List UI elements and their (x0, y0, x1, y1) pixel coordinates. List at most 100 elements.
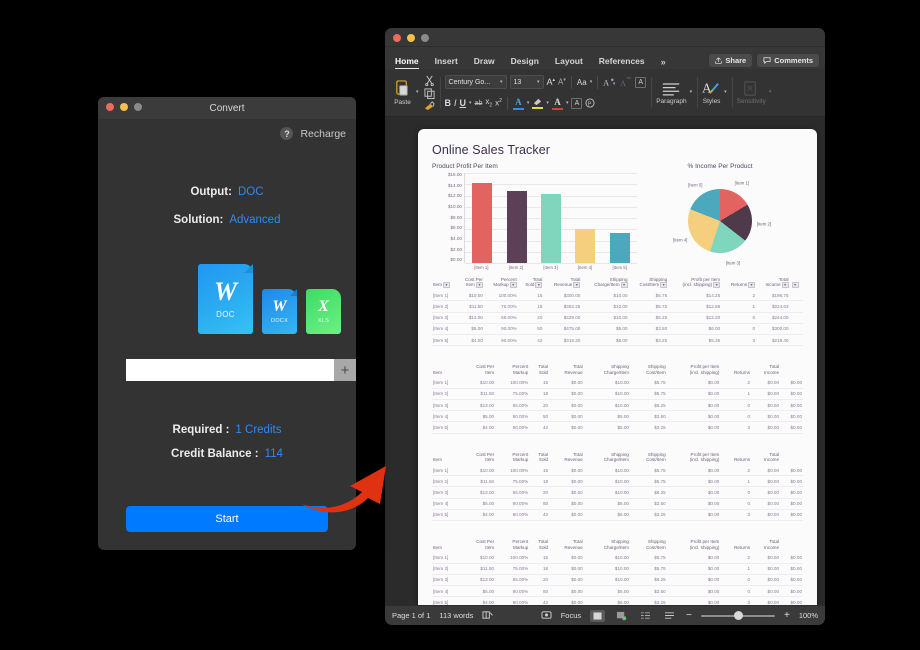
format-option-docx[interactable]: W DOCX (262, 289, 297, 334)
text-shading-icon[interactable]: A (571, 97, 583, 109)
font-size-select[interactable]: 13 ▾ (509, 75, 544, 89)
bold-button[interactable]: B (445, 98, 452, 108)
column-filter-button[interactable]: ▼ (509, 282, 517, 289)
column-filter-button[interactable]: ▼ (781, 282, 789, 289)
convert-window-controls[interactable] (106, 103, 142, 111)
recharge-link[interactable]: Recharge (300, 128, 346, 140)
add-file-button[interactable]: + (334, 359, 356, 381)
chevron-down-icon[interactable]: ▾ (546, 100, 549, 106)
tab-layout[interactable]: Layout (547, 56, 591, 69)
cut-scissors-icon[interactable] (424, 75, 435, 86)
column-filter-button[interactable]: ▼ (475, 282, 483, 289)
minimize-button[interactable] (120, 103, 128, 111)
grow-font-icon[interactable]: A▴ (547, 77, 556, 87)
focus-icon[interactable] (541, 607, 552, 625)
zoom-slider-knob[interactable] (733, 611, 743, 620)
zoom-slider[interactable] (700, 611, 775, 620)
print-layout-view-button[interactable] (590, 609, 606, 622)
zoom-out-button[interactable]: − (686, 610, 692, 621)
comments-button[interactable]: Comments (757, 54, 819, 67)
zoom-in-button[interactable]: + (784, 610, 790, 621)
more-tabs-icon[interactable]: » (653, 57, 674, 69)
font-name-select[interactable]: Century Go... ▾ (444, 75, 507, 89)
close-button[interactable] (106, 103, 114, 111)
subscript-button[interactable]: x2 (485, 97, 492, 109)
maximize-button[interactable] (421, 34, 429, 42)
bar-chart-plot (464, 173, 637, 264)
copy-icon[interactable] (423, 87, 435, 99)
share-button[interactable]: Share (709, 54, 753, 67)
column-filter-button[interactable]: ▼ (573, 282, 581, 289)
table-header-cell: Returns (733, 369, 751, 375)
help-icon[interactable]: ? (280, 127, 294, 140)
chevron-down-icon[interactable]: ▾ (527, 100, 530, 106)
copyright-icon[interactable]: P (585, 98, 595, 108)
comments-label: Comments (774, 56, 813, 65)
change-case-icon[interactable]: Aa (577, 78, 587, 87)
text-border-icon[interactable]: A (635, 76, 647, 88)
svg-text:A: A (603, 78, 609, 87)
tab-design[interactable]: Design (503, 56, 547, 69)
paragraph-dropdown-icon[interactable]: ▾ (690, 90, 693, 95)
column-filter-button[interactable]: ▼ (713, 282, 721, 289)
ribbon-group-paragraph[interactable]: Paragraph ▾ (651, 71, 697, 114)
solution-value[interactable]: Advanced (229, 214, 280, 226)
format-option-xls[interactable]: X XLS (306, 289, 341, 334)
table-cell: $5.00 (583, 596, 630, 605)
styles-dropdown-icon[interactable]: ▾ (724, 90, 727, 95)
minimize-button[interactable] (407, 34, 415, 42)
output-value[interactable]: DOC (238, 186, 264, 198)
column-filter-button[interactable]: ▼ (748, 282, 756, 289)
start-button[interactable]: Start (126, 506, 328, 532)
tab-draw[interactable]: Draw (466, 56, 503, 69)
chevron-down-icon[interactable]: ▾ (566, 100, 569, 106)
italic-button[interactable]: I (454, 98, 457, 108)
word-window-controls[interactable] (393, 34, 429, 42)
underline-button[interactable]: U (460, 98, 467, 108)
table-cell: 18 (529, 475, 550, 488)
table-cell: $5.00 (461, 410, 496, 423)
table-cell: 2 (721, 290, 757, 302)
table-header-cell: Total Sold (538, 451, 549, 463)
paste-label: Paste (394, 99, 411, 106)
column-filter-button[interactable]: ▼ (442, 282, 450, 289)
table-cell: $4.00 (461, 421, 496, 434)
column-filter-button[interactable]: ▼ (791, 282, 799, 289)
table-cell: 20 (529, 574, 550, 587)
clear-formatting-icon[interactable]: A (619, 76, 632, 88)
ribbon-group-styles[interactable]: A Styles ▾ (697, 71, 732, 114)
tab-home[interactable]: Home (393, 56, 427, 69)
draft-view-button[interactable] (662, 610, 677, 622)
outline-view-button[interactable] (638, 610, 653, 622)
chevron-down-icon[interactable]: ▾ (469, 100, 472, 106)
document-canvas[interactable]: Online Sales Tracker Product Profit Per … (385, 117, 825, 605)
close-button[interactable] (393, 34, 401, 42)
focus-label[interactable]: Focus (561, 611, 581, 620)
column-filter-button[interactable]: ▼ (660, 282, 668, 289)
file-path-input[interactable] (126, 359, 334, 381)
zoom-level-label[interactable]: 100% (799, 611, 818, 620)
chevron-down-icon[interactable]: ▾ (590, 79, 593, 85)
table-header-cell: Shipping Charge/Item (603, 538, 629, 550)
strikethrough-button[interactable]: ab (475, 100, 483, 107)
font-color-button[interactable]: A (512, 97, 524, 110)
table-cell: $0.00 (780, 421, 803, 434)
text-effects-icon[interactable]: A (603, 77, 616, 88)
maximize-button[interactable] (134, 103, 142, 111)
text-color-button[interactable]: A (551, 97, 563, 110)
shrink-font-icon[interactable]: A▾ (558, 77, 566, 87)
tab-insert[interactable]: Insert (427, 56, 466, 69)
spelling-check-icon[interactable] (482, 607, 494, 625)
highlight-button[interactable] (532, 97, 544, 109)
column-filter-button[interactable]: ▼ (535, 282, 543, 289)
paste-button[interactable]: Paste (394, 79, 411, 106)
web-layout-view-button[interactable] (614, 610, 629, 622)
column-filter-button[interactable]: ▼ (620, 282, 628, 289)
table-cell: 90.00% (495, 421, 530, 434)
superscript-button[interactable]: x2 (495, 98, 502, 108)
format-option-doc[interactable]: W DOC (198, 264, 253, 334)
tab-references[interactable]: References (591, 56, 653, 69)
format-painter-icon[interactable] (424, 100, 435, 111)
paste-dropdown-icon[interactable]: ▾ (416, 90, 419, 95)
table-cell: $0.00 (751, 486, 781, 499)
